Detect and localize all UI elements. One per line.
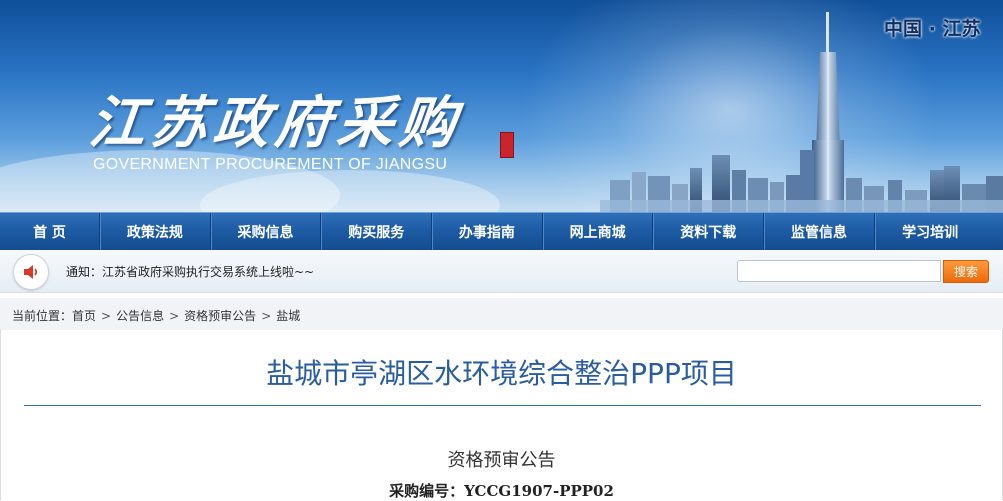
notice-text[interactable]: 通知：江苏省政府采购执行交易系统上线啦~~ [66,263,314,280]
nav-item-guide[interactable]: 办事指南 [432,213,543,251]
nav-item-training[interactable]: 学习培训 [875,213,986,251]
breadcrumb-link-yancheng[interactable]: 盐城 [276,309,300,323]
nav-item-home[interactable]: 首 页 [0,213,100,251]
nav-item-online-mall[interactable]: 网上商城 [543,213,654,251]
region-label: 中国 · 江苏 [884,18,981,40]
breadcrumb-separator: > [261,309,272,323]
site-logo-calligraphy: 江苏政府采购 [86,90,465,156]
search-input[interactable] [737,260,941,282]
breadcrumb-link-home[interactable]: 首页 [72,309,96,323]
procurement-number-value: YCCG1907-PPP02 [464,482,614,500]
notice-type-heading: 资格预审公告 [447,450,556,471]
procurement-number-label: 采购编号： [389,482,465,500]
article-title: 盐城市亭湖区水环境综合整治PPP项目 [266,357,737,390]
breadcrumb-separator: > [169,309,180,323]
speaker-icon [13,254,49,290]
breadcrumb-link-prequalification[interactable]: 资格预审公告 [184,309,256,323]
nav-item-supervision[interactable]: 监管信息 [764,213,875,251]
title-divider [24,405,981,406]
breadcrumb-link-announcements[interactable]: 公告信息 [116,309,164,323]
seal-stamp-icon [500,132,514,158]
breadcrumb-separator: > [101,309,112,323]
breadcrumb: 当前位置：首页 > 公告信息 > 资格预审公告 > 盐城 [12,307,300,324]
breadcrumb-label: 当前位置： [12,309,73,323]
search-button[interactable]: 搜索 [943,260,989,283]
site-banner: 江苏政府采购 GOVERNMENT PROCUREMENT OF JIANGSU… [0,0,1003,212]
site-subtitle: GOVERNMENT PROCUREMENT OF JIANGSU [93,156,448,173]
nav-item-policies[interactable]: 政策法规 [100,213,211,251]
main-nav: 首 页 政策法规 采购信息 购买服务 办事指南 网上商城 资料下载 监管信息 学… [0,212,1003,251]
nav-item-purchase-services[interactable]: 购买服务 [321,213,433,251]
nav-item-procurement-info[interactable]: 采购信息 [211,213,322,251]
nav-item-downloads[interactable]: 资料下载 [653,213,765,251]
